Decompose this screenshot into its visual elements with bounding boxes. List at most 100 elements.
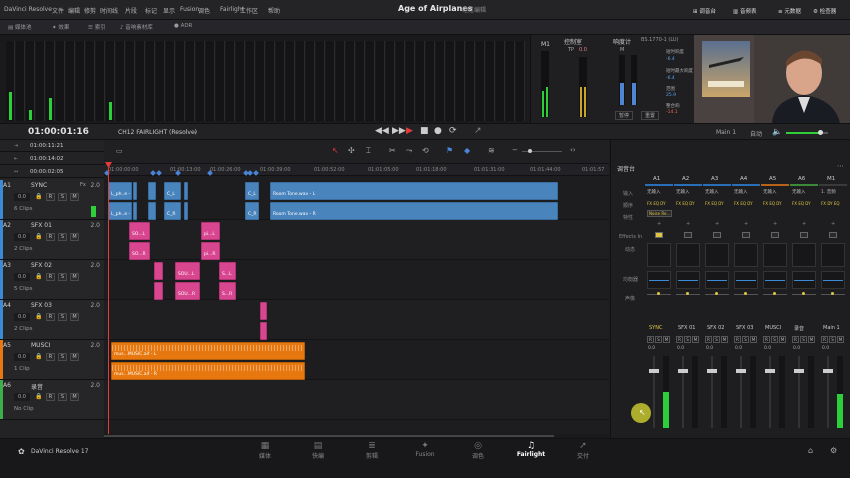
audio-clip[interactable]: SOU...R bbox=[175, 282, 200, 300]
metadata-button[interactable]: ≡ 元数据 bbox=[778, 7, 801, 15]
strip-mute-button[interactable]: M bbox=[837, 336, 844, 343]
waveform-icon[interactable]: ≋ bbox=[488, 146, 495, 155]
strip-plus[interactable]: + bbox=[686, 221, 690, 227]
timecode-display[interactable]: 01:00:01:16 bbox=[28, 127, 89, 137]
timeline-marker[interactable] bbox=[156, 170, 162, 176]
timeline-marker[interactable] bbox=[150, 170, 156, 176]
menu-fusion[interactable]: 调色 bbox=[198, 6, 210, 15]
fader-track[interactable] bbox=[740, 356, 742, 428]
pointer-tool-icon[interactable]: ↖ bbox=[332, 146, 339, 155]
fader-handle[interactable] bbox=[823, 369, 833, 373]
zoom-in-icon[interactable]: ‹› bbox=[570, 146, 576, 154]
audio-clip[interactable] bbox=[148, 202, 156, 220]
pause-button[interactable]: 暂停 bbox=[615, 111, 634, 120]
strip-record-button[interactable]: R bbox=[821, 336, 828, 343]
page-2-icon[interactable]: ≣ bbox=[352, 441, 392, 451]
mixer-options-icon[interactable]: ⋯ bbox=[837, 162, 844, 170]
audio-clip[interactable]: S...R bbox=[219, 282, 236, 300]
fade-tool-icon[interactable]: ⤳ bbox=[406, 146, 412, 156]
pan-indicator[interactable] bbox=[802, 292, 805, 295]
audio-clip[interactable]: L_ph..e - L bbox=[108, 182, 132, 200]
playhead[interactable] bbox=[108, 164, 109, 438]
pan-indicator[interactable] bbox=[686, 292, 689, 295]
audio-clip[interactable] bbox=[184, 202, 188, 220]
solo-button[interactable]: S bbox=[58, 313, 67, 321]
lock-icon[interactable]: 🔒 bbox=[35, 393, 42, 400]
track-header-a2[interactable]: A2 SFX 01 2.0 0.0 🔒 R S M 2 Clips bbox=[0, 220, 104, 260]
snap-tool-icon[interactable]: ⟲ bbox=[422, 146, 429, 155]
audio-clip[interactable]: pi...L bbox=[201, 222, 220, 240]
speaker-icon[interactable]: 🔈 bbox=[772, 127, 782, 136]
trim-tool-icon[interactable]: ⌶ bbox=[366, 146, 371, 156]
audio-clip[interactable]: mus...MUSIC.aif - L bbox=[111, 342, 305, 360]
eq-graph[interactable] bbox=[705, 271, 729, 289]
mute-button[interactable]: M bbox=[70, 273, 79, 281]
inspector-button[interactable]: ⚙ 检查器 bbox=[813, 7, 836, 15]
pan-indicator[interactable] bbox=[773, 292, 776, 295]
home-icon[interactable]: ⌂ bbox=[808, 446, 813, 455]
track-level-field[interactable]: 0.0 bbox=[14, 353, 30, 361]
mixer-toggle-button[interactable]: ⊞ 调音台 bbox=[693, 7, 716, 15]
audio-clip[interactable]: pi...R bbox=[201, 242, 220, 260]
fader-track[interactable] bbox=[798, 356, 800, 428]
track-volume[interactable]: 2.0 bbox=[90, 382, 100, 389]
strip-solo-button[interactable]: S bbox=[800, 336, 807, 343]
strip-plus[interactable]: + bbox=[831, 221, 835, 227]
fader-handle[interactable] bbox=[678, 369, 688, 373]
dynamics-graph[interactable] bbox=[676, 243, 700, 267]
tc-out[interactable]: 01:00:14:02 bbox=[30, 156, 64, 162]
track-level-field[interactable]: 0.0 bbox=[14, 393, 30, 401]
page-tab-1[interactable]: 快编 bbox=[298, 451, 338, 460]
effects-in-toggle[interactable] bbox=[742, 232, 750, 238]
track-volume[interactable]: 2.0 bbox=[90, 342, 100, 349]
track-volume[interactable]: 2.0 bbox=[90, 222, 100, 229]
page-3-icon[interactable]: ✦ bbox=[405, 441, 445, 451]
dynamics-graph[interactable] bbox=[705, 243, 729, 267]
pan-indicator[interactable] bbox=[831, 292, 834, 295]
strip-order[interactable]: FX EQ DY bbox=[734, 201, 753, 206]
menu-workspace[interactable]: 帮助 bbox=[268, 6, 280, 15]
app-name[interactable]: DaVinci Resolve bbox=[4, 6, 52, 13]
track-fx[interactable]: Fx bbox=[80, 182, 86, 188]
track-name[interactable]: MUSCI bbox=[31, 342, 50, 349]
page-1-icon[interactable]: ▤ bbox=[298, 441, 338, 451]
track-volume[interactable]: 2.0 bbox=[90, 262, 100, 269]
audio-clip[interactable]: mus...MUSIC.aif - R bbox=[111, 362, 305, 380]
record-arm-button[interactable]: R bbox=[46, 393, 55, 401]
strip-mute-button[interactable]: M bbox=[779, 336, 786, 343]
mute-button[interactable]: M bbox=[70, 233, 79, 241]
page-5-icon[interactable]: ♫ bbox=[511, 441, 551, 451]
effects-in-toggle[interactable] bbox=[713, 232, 721, 238]
track-header-a5[interactable]: A5 MUSCI 2.0 0.0 🔒 R S M 1 Clip bbox=[0, 340, 104, 380]
master-volume-slider[interactable] bbox=[786, 130, 828, 135]
jump-icon[interactable]: ↗ bbox=[474, 126, 482, 136]
strip-record-button[interactable]: R bbox=[792, 336, 799, 343]
video-viewer[interactable] bbox=[694, 35, 850, 123]
strip-solo-button[interactable]: S bbox=[771, 336, 778, 343]
strip-record-button[interactable]: R bbox=[676, 336, 683, 343]
solo-button[interactable]: S bbox=[58, 193, 67, 201]
eq-graph[interactable] bbox=[763, 271, 787, 289]
fader-handle[interactable] bbox=[736, 369, 746, 373]
timeline-name[interactable]: CH12 FAIRLIGHT (Resolve) bbox=[118, 129, 197, 136]
rewind-icon[interactable]: ◀◀ bbox=[375, 126, 389, 136]
stop-icon[interactable]: ■ bbox=[420, 126, 429, 136]
audio-clip[interactable]: SO...L bbox=[129, 222, 150, 240]
reset-button[interactable]: 重置 bbox=[641, 111, 660, 120]
page-tab-6[interactable]: 交付 bbox=[563, 451, 603, 460]
strip-record-button[interactable]: R bbox=[705, 336, 712, 343]
sound-library-button[interactable]: ♪ 音响素材库 bbox=[120, 23, 153, 31]
record-arm-button[interactable]: R bbox=[46, 233, 55, 241]
audio-clip[interactable] bbox=[260, 322, 267, 340]
mute-button[interactable]: M bbox=[70, 353, 79, 361]
strip-solo-button[interactable]: S bbox=[684, 336, 691, 343]
page-tab-4[interactable]: 调色 bbox=[458, 451, 498, 460]
strip-record-button[interactable]: R bbox=[734, 336, 741, 343]
page-tab-2[interactable]: 剪辑 bbox=[352, 451, 392, 460]
pan-indicator[interactable] bbox=[715, 292, 718, 295]
audio-clip[interactable] bbox=[154, 262, 163, 280]
dynamics-graph[interactable] bbox=[821, 243, 845, 267]
dynamics-graph[interactable] bbox=[647, 243, 671, 267]
audio-clip[interactable]: Room Tone.wav - L bbox=[270, 182, 558, 200]
track-header-a4[interactable]: A4 SFX 03 2.0 0.0 🔒 R S M 2 Clips bbox=[0, 300, 104, 340]
